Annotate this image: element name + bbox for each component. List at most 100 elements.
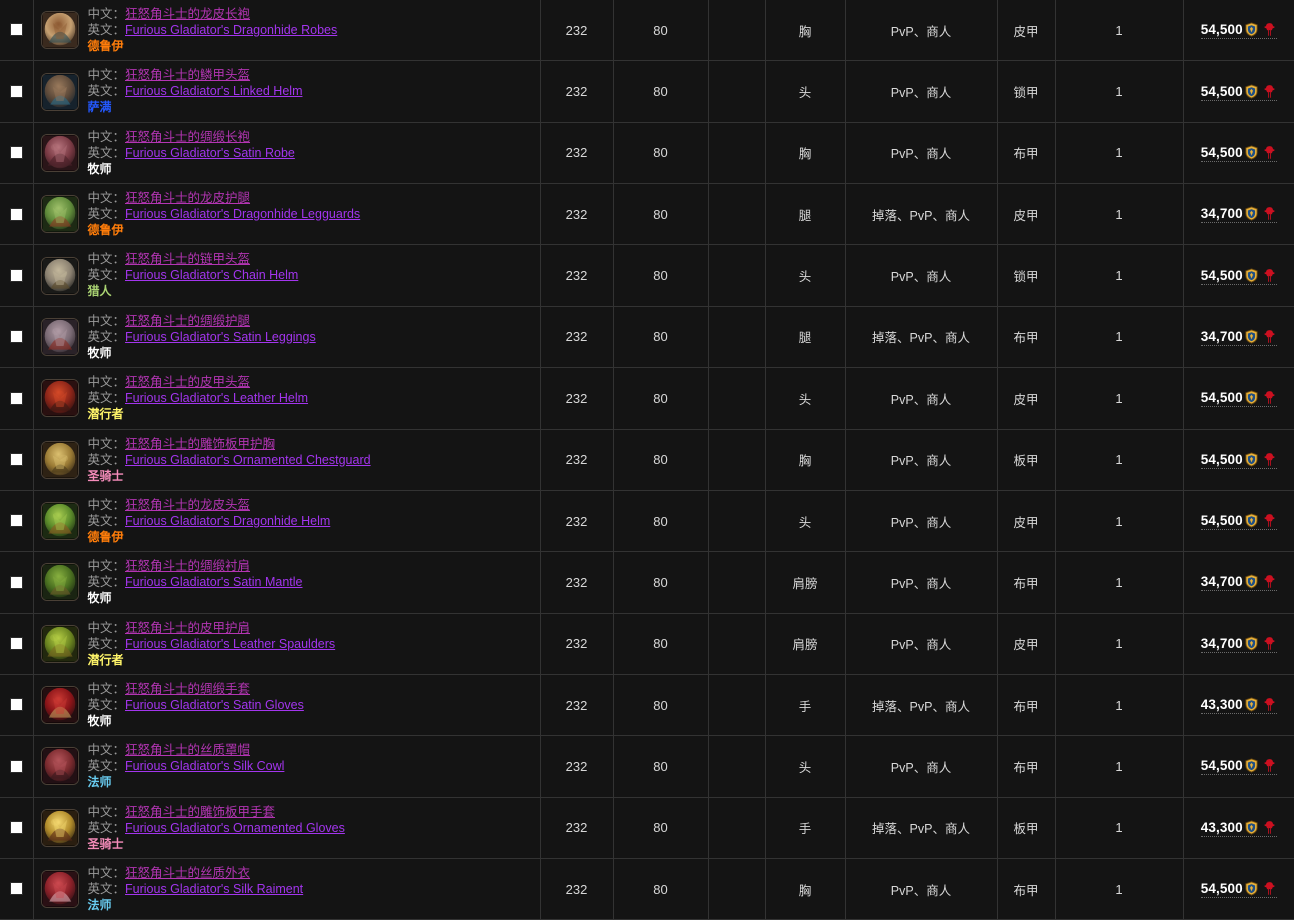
- table-row[interactable]: 中文：狂怒角斗士的龙皮长袍 英文：Furious Gladiator's Drag…: [0, 0, 1294, 62]
- row-select-cell[interactable]: [0, 858, 34, 920]
- item-name-en-link[interactable]: Furious Gladiator's Linked Helm: [125, 84, 302, 98]
- row-select-cell[interactable]: [0, 0, 34, 62]
- chest-silk-raiment-icon[interactable]: [40, 870, 79, 909]
- item-name-zh-link[interactable]: 狂怒角斗士的绸缎手套: [125, 682, 250, 696]
- table-row[interactable]: 中文：狂怒角斗士的雕饰板甲手套 英文：Furious Gladiator's Or…: [0, 797, 1294, 860]
- table-row[interactable]: 中文：狂怒角斗士的绸缎手套 英文：Furious Gladiator's Sati…: [0, 674, 1294, 737]
- table-row[interactable]: 中文：狂怒角斗士的丝质罩帽 英文：Furious Gladiator's Silk…: [0, 735, 1294, 798]
- row-select-cell[interactable]: [0, 735, 34, 798]
- cost-cell[interactable]: 34,700: [1183, 613, 1294, 675]
- row-checkbox[interactable]: [9, 146, 23, 160]
- legs-dragonhide-icon[interactable]: [40, 195, 79, 234]
- row-select-cell[interactable]: [0, 551, 34, 614]
- helm-leather-icon[interactable]: [40, 379, 79, 418]
- item-cell[interactable]: 中文：狂怒角斗士的皮甲头盔 英文：Furious Gladiator's Leat…: [33, 367, 541, 430]
- row-checkbox[interactable]: [9, 514, 23, 528]
- legs-satin-icon[interactable]: [40, 317, 79, 356]
- item-name-zh-link[interactable]: 狂怒角斗士的丝质罩帽: [125, 743, 250, 757]
- item-name-zh-link[interactable]: 狂怒角斗士的皮甲头盔: [125, 375, 250, 389]
- item-name-zh-link[interactable]: 狂怒角斗士的雕饰板甲护胸: [125, 437, 275, 451]
- shoulder-leather-icon[interactable]: [40, 624, 79, 663]
- item-cell[interactable]: 中文：狂怒角斗士的绸缎护腿 英文：Furious Gladiator's Sati…: [33, 306, 541, 369]
- item-name-en-link[interactable]: Furious Gladiator's Leather Spaulders: [125, 637, 335, 651]
- cost-cell[interactable]: 43,300: [1183, 674, 1294, 737]
- item-cell[interactable]: 中文：狂怒角斗士的雕饰板甲护胸 英文：Furious Gladiator's Or…: [33, 429, 541, 491]
- row-select-cell[interactable]: [0, 429, 34, 491]
- helm-chain-icon[interactable]: [40, 256, 79, 295]
- row-checkbox[interactable]: [9, 882, 23, 896]
- cost-cell[interactable]: 54,500: [1183, 735, 1294, 798]
- row-checkbox[interactable]: [9, 452, 23, 466]
- item-name-en-link[interactable]: Furious Gladiator's Satin Robe: [125, 146, 295, 160]
- item-name-en-link[interactable]: Furious Gladiator's Satin Gloves: [125, 698, 304, 712]
- gloves-ornamented-icon[interactable]: [40, 808, 79, 847]
- item-name-en-link[interactable]: Furious Gladiator's Silk Cowl: [125, 759, 284, 773]
- row-select-cell[interactable]: [0, 613, 34, 675]
- item-name-zh-link[interactable]: 狂怒角斗士的雕饰板甲手套: [125, 805, 275, 819]
- row-checkbox[interactable]: [9, 23, 23, 37]
- item-name-en-link[interactable]: Furious Gladiator's Leather Helm: [125, 391, 308, 405]
- item-cell[interactable]: 中文：狂怒角斗士的绸缎长袍 英文：Furious Gladiator's Sati…: [33, 122, 541, 185]
- cost-cell[interactable]: 34,700: [1183, 183, 1294, 246]
- item-name-zh-link[interactable]: 狂怒角斗士的龙皮头盔: [125, 498, 250, 512]
- row-checkbox[interactable]: [9, 268, 23, 282]
- item-name-zh-link[interactable]: 狂怒角斗士的龙皮护腿: [125, 191, 250, 205]
- row-checkbox[interactable]: [9, 207, 23, 221]
- item-name-en-link[interactable]: Furious Gladiator's Dragonhide Helm: [125, 514, 330, 528]
- row-select-cell[interactable]: [0, 183, 34, 246]
- item-name-zh-link[interactable]: 狂怒角斗士的龙皮长袍: [125, 7, 250, 21]
- item-name-zh-link[interactable]: 狂怒角斗士的皮甲护肩: [125, 621, 250, 635]
- table-row[interactable]: 中文：狂怒角斗士的皮甲头盔 英文：Furious Gladiator's Leat…: [0, 367, 1294, 430]
- row-select-cell[interactable]: [0, 60, 34, 123]
- shoulder-satin-icon[interactable]: [40, 563, 79, 602]
- item-name-zh-link[interactable]: 狂怒角斗士的鳞甲头盔: [125, 68, 250, 82]
- row-checkbox[interactable]: [9, 84, 23, 98]
- item-name-en-link[interactable]: Furious Gladiator's Dragonhide Robes: [125, 23, 337, 37]
- table-row[interactable]: 中文：狂怒角斗士的链甲头盔 英文：Furious Gladiator's Chai…: [0, 244, 1294, 307]
- item-name-zh-link[interactable]: 狂怒角斗士的绸缎衬肩: [125, 559, 250, 573]
- cost-cell[interactable]: 54,500: [1183, 0, 1294, 62]
- item-cell[interactable]: 中文：狂怒角斗士的链甲头盔 英文：Furious Gladiator's Chai…: [33, 244, 541, 307]
- item-cell[interactable]: 中文：狂怒角斗士的绸缎衬肩 英文：Furious Gladiator's Sati…: [33, 551, 541, 614]
- cost-cell[interactable]: 54,500: [1183, 858, 1294, 920]
- item-cell[interactable]: 中文：狂怒角斗士的丝质外衣 英文：Furious Gladiator's Silk…: [33, 858, 541, 920]
- item-cell[interactable]: 中文：狂怒角斗士的龙皮长袍 英文：Furious Gladiator's Drag…: [33, 0, 541, 62]
- row-checkbox[interactable]: [9, 330, 23, 344]
- item-name-en-link[interactable]: Furious Gladiator's Chain Helm: [125, 268, 298, 282]
- item-cell[interactable]: 中文：狂怒角斗士的龙皮头盔 英文：Furious Gladiator's Drag…: [33, 490, 541, 553]
- cost-cell[interactable]: 54,500: [1183, 122, 1294, 185]
- item-name-zh-link[interactable]: 狂怒角斗士的绸缎护腿: [125, 314, 250, 328]
- table-row[interactable]: 中文：狂怒角斗士的龙皮护腿 英文：Furious Gladiator's Drag…: [0, 183, 1294, 246]
- item-name-en-link[interactable]: Furious Gladiator's Satin Mantle: [125, 575, 302, 589]
- item-name-zh-link[interactable]: 狂怒角斗士的绸缎长袍: [125, 130, 250, 144]
- item-name-en-link[interactable]: Furious Gladiator's Satin Leggings: [125, 330, 316, 344]
- chest-ornamented-icon[interactable]: [40, 440, 79, 479]
- item-cell[interactable]: 中文：狂怒角斗士的绸缎手套 英文：Furious Gladiator's Sati…: [33, 674, 541, 737]
- item-name-en-link[interactable]: Furious Gladiator's Silk Raiment: [125, 882, 303, 896]
- table-row[interactable]: 中文：狂怒角斗士的鳞甲头盔 英文：Furious Gladiator's Link…: [0, 60, 1294, 123]
- helm-silk-cowl-icon[interactable]: [40, 747, 79, 786]
- row-select-cell[interactable]: [0, 244, 34, 307]
- item-name-zh-link[interactable]: 狂怒角斗士的链甲头盔: [125, 252, 250, 266]
- table-row[interactable]: 中文：狂怒角斗士的皮甲护肩 英文：Furious Gladiator's Leat…: [0, 613, 1294, 675]
- row-select-cell[interactable]: [0, 306, 34, 369]
- item-name-zh-link[interactable]: 狂怒角斗士的丝质外衣: [125, 866, 250, 880]
- row-checkbox[interactable]: [9, 821, 23, 835]
- cost-cell[interactable]: 34,700: [1183, 551, 1294, 614]
- row-select-cell[interactable]: [0, 797, 34, 860]
- helm-dragonhide-icon[interactable]: [40, 502, 79, 541]
- cost-cell[interactable]: 54,500: [1183, 490, 1294, 553]
- item-cell[interactable]: 中文：狂怒角斗士的龙皮护腿 英文：Furious Gladiator's Drag…: [33, 183, 541, 246]
- cost-cell[interactable]: 43,300: [1183, 797, 1294, 860]
- cost-cell[interactable]: 54,500: [1183, 367, 1294, 430]
- item-cell[interactable]: 中文：狂怒角斗士的鳞甲头盔 英文：Furious Gladiator's Link…: [33, 60, 541, 123]
- row-checkbox[interactable]: [9, 759, 23, 773]
- table-row[interactable]: 中文：狂怒角斗士的丝质外衣 英文：Furious Gladiator's Silk…: [0, 858, 1294, 920]
- table-row[interactable]: 中文：狂怒角斗士的龙皮头盔 英文：Furious Gladiator's Drag…: [0, 490, 1294, 553]
- table-row[interactable]: 中文：狂怒角斗士的绸缎衬肩 英文：Furious Gladiator's Sati…: [0, 551, 1294, 614]
- row-checkbox[interactable]: [9, 637, 23, 651]
- row-select-cell[interactable]: [0, 367, 34, 430]
- table-row[interactable]: 中文：狂怒角斗士的绸缎长袍 英文：Furious Gladiator's Sati…: [0, 122, 1294, 185]
- helm-linked-icon[interactable]: [40, 72, 79, 111]
- row-select-cell[interactable]: [0, 122, 34, 185]
